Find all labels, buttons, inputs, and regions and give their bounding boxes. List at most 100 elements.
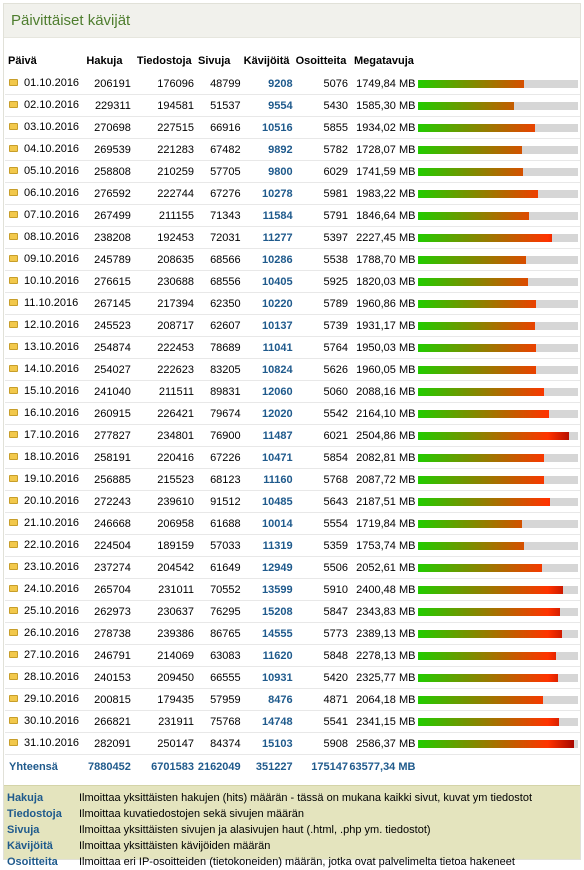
row-sites: 5764	[292, 336, 348, 359]
bandwidth-bar-fill	[418, 563, 543, 572]
row-visits: 14555	[240, 622, 293, 645]
row-pages: 72031	[194, 226, 241, 249]
row-hits: 256885	[86, 468, 131, 491]
row-date: 22.10.2016	[24, 539, 80, 552]
bandwidth-bar-fill	[418, 519, 523, 528]
row-files: 222623	[130, 358, 194, 381]
row-hits: 276592	[86, 182, 131, 205]
row-visits: 10137	[240, 314, 293, 337]
row-visits: 10824	[240, 358, 293, 381]
folder-icon	[9, 541, 18, 549]
row-hits: 254874	[86, 336, 131, 359]
row-sites: 5541	[292, 710, 348, 733]
row-date: 15.10.2016	[24, 385, 80, 398]
row-files: 221283	[130, 138, 194, 161]
row-mb: 1983,22 MB	[347, 182, 416, 205]
bandwidth-bar	[418, 211, 579, 220]
row-sites: 5854	[292, 446, 348, 469]
folder-icon	[9, 607, 18, 615]
row-date: 19.10.2016	[24, 473, 80, 486]
row-sites: 5538	[292, 248, 348, 271]
row-sites: 5848	[292, 644, 348, 667]
row-sites: 5925	[292, 270, 348, 293]
row-mb: 2343,83 MB	[347, 600, 416, 623]
row-hits: 254027	[86, 358, 131, 381]
row-sites: 5542	[292, 402, 348, 425]
bandwidth-bar	[418, 475, 579, 484]
bandwidth-bar	[418, 387, 579, 396]
row-files: 208717	[130, 314, 194, 337]
header-mb: Megatavuja	[353, 54, 414, 67]
row-files: 211155	[130, 204, 194, 227]
bandwidth-bar-fill	[418, 321, 536, 330]
folder-icon	[9, 431, 18, 439]
bandwidth-bar-fill	[418, 431, 570, 440]
row-date: 03.10.2016	[24, 121, 80, 134]
table-row: 28.10.2016 240153 209450 66555 10931 5420 2325…	[5, 666, 580, 689]
row-date: 11.10.2016	[24, 297, 79, 310]
table-row: 31.10.2016 282091 250147 84374 15103 5908 2586…	[5, 732, 580, 755]
row-pages: 83205	[194, 358, 241, 381]
header-pages: Sivuja	[198, 54, 231, 67]
row-mb: 2187,51 MB	[347, 490, 416, 513]
row-files: 179435	[130, 688, 194, 711]
row-date: 28.10.2016	[24, 671, 80, 684]
bandwidth-bar	[418, 519, 579, 528]
row-pages: 68556	[194, 270, 241, 293]
table-row: 05.10.2016 258808 210259 57705 9800 6029 1741,…	[5, 160, 580, 183]
bandwidth-bar	[418, 585, 579, 594]
row-sites: 4871	[292, 688, 348, 711]
folder-icon	[9, 497, 18, 505]
row-pages: 62350	[194, 292, 241, 315]
legend-description: Ilmoittaa yksittäisten sivujen ja alasiv…	[79, 824, 431, 836]
folder-icon	[9, 475, 18, 483]
bandwidth-bar-fill	[418, 739, 575, 748]
bandwidth-bar-fill	[418, 189, 539, 198]
row-visits: 11584	[240, 204, 293, 227]
folder-icon	[9, 387, 18, 395]
row-files: 230637	[130, 600, 194, 623]
bandwidth-bar	[418, 321, 579, 330]
row-files: 204542	[130, 556, 194, 579]
folder-icon	[9, 365, 18, 373]
header-sites: Osoitteita	[295, 54, 347, 67]
row-files: 239610	[130, 490, 194, 513]
row-mb: 2400,48 MB	[347, 578, 416, 601]
row-date: 27.10.2016	[24, 649, 80, 662]
bandwidth-bar-fill	[418, 299, 537, 308]
row-date: 04.10.2016	[24, 143, 80, 156]
bandwidth-bar	[418, 277, 579, 286]
folder-icon	[9, 321, 18, 329]
row-sites: 5626	[292, 358, 348, 381]
bandwidth-bar	[418, 497, 579, 506]
legend-description: Ilmoittaa kuvatiedostojen sekä sivujen m…	[79, 808, 305, 820]
totals-visits: 351227	[255, 761, 293, 773]
legend-item: Hakuja Ilmoittaa yksittäisten hakujen (hi…	[7, 791, 532, 806]
row-hits: 229311	[86, 94, 131, 117]
table-row: 09.10.2016 245789 208635 68566 10286 5538 1788…	[5, 248, 580, 271]
folder-icon	[9, 255, 18, 263]
table-row: 23.10.2016 237274 204542 61649 12949 5506 2052…	[5, 556, 580, 579]
row-hits: 241040	[86, 380, 131, 403]
row-visits: 14748	[240, 710, 293, 733]
table-row: 21.10.2016 246668 206958 61688 10014 5554 1719…	[5, 512, 580, 535]
row-files: 206958	[130, 512, 194, 535]
row-files: 215523	[130, 468, 194, 491]
row-files: 217394	[130, 292, 194, 315]
table-row: 11.10.2016 267145 217394 62350 10220 5789 1960…	[5, 292, 580, 315]
table-row: 01.10.2016 206191 176096 48799 9208 5076 1749,…	[5, 73, 580, 95]
bandwidth-bar-fill	[418, 387, 545, 396]
row-mb: 1728,07 MB	[347, 138, 416, 161]
row-pages: 68566	[194, 248, 241, 271]
folder-icon	[9, 343, 18, 351]
row-date: 06.10.2016	[24, 187, 80, 200]
folder-icon	[9, 717, 18, 725]
row-sites: 5768	[292, 468, 348, 491]
bandwidth-bar	[418, 101, 579, 110]
bandwidth-bar	[418, 629, 579, 638]
row-date: 10.10.2016	[24, 275, 80, 288]
legend-key: Kävijöitä	[7, 840, 53, 852]
row-visits: 10516	[240, 116, 293, 139]
bandwidth-bar	[418, 563, 579, 572]
row-files: 194581	[130, 94, 194, 117]
